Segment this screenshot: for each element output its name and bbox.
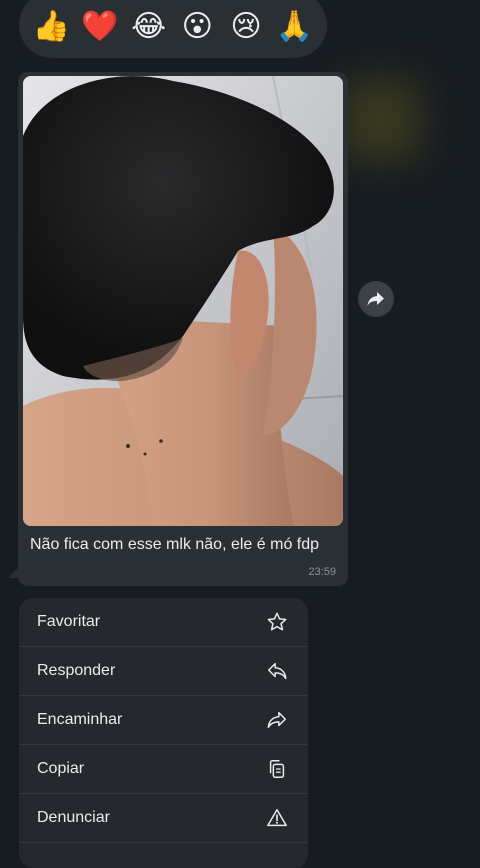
reaction-heart[interactable]: ❤️ [80, 7, 120, 47]
menu-item-encaminhar[interactable]: Encaminhar [19, 696, 308, 745]
reaction-crying[interactable]: 😢 [226, 7, 266, 47]
menu-item-partial[interactable] [19, 843, 308, 868]
menu-item-label: Responder [37, 662, 116, 679]
warning-icon [266, 807, 288, 829]
menu-item-favoritar[interactable]: Favoritar [19, 598, 308, 647]
message-timestamp: 23:59 [308, 566, 336, 578]
photo-illustration [23, 76, 343, 526]
star-icon [266, 611, 288, 633]
message-context-menu: Favoritar Responder Encaminhar Copiar De… [19, 598, 308, 868]
reaction-bar: 👍 ❤️ 😂 😮 😢 🙏 [19, 0, 327, 58]
copy-icon [266, 758, 288, 780]
menu-item-responder[interactable]: Responder [19, 647, 308, 696]
forward-icon [266, 709, 288, 731]
menu-item-label: Copiar [37, 760, 85, 777]
menu-item-copiar[interactable]: Copiar [19, 745, 308, 794]
menu-item-denunciar[interactable]: Denunciar [19, 794, 308, 843]
menu-item-label: Favoritar [37, 613, 101, 630]
reaction-folded-hands[interactable]: 🙏 [275, 7, 315, 47]
share-button[interactable] [358, 281, 394, 317]
reaction-surprised[interactable]: 😮 [177, 7, 217, 47]
menu-item-label: Denunciar [37, 809, 110, 826]
menu-item-label: Encaminhar [37, 711, 123, 728]
message-bubble[interactable]: Não fica com esse mlk não, ele é mó fdp … [18, 72, 348, 586]
message-photo[interactable] [23, 76, 343, 526]
reaction-thumbs-up[interactable]: 👍 [31, 7, 71, 47]
reaction-tears-of-joy[interactable]: 😂 [129, 7, 169, 47]
background-glow [340, 80, 420, 160]
reply-icon [266, 660, 288, 682]
message-caption: Não fica com esse mlk não, ele é mó fdp [30, 536, 320, 553]
share-arrow-icon [367, 292, 384, 306]
